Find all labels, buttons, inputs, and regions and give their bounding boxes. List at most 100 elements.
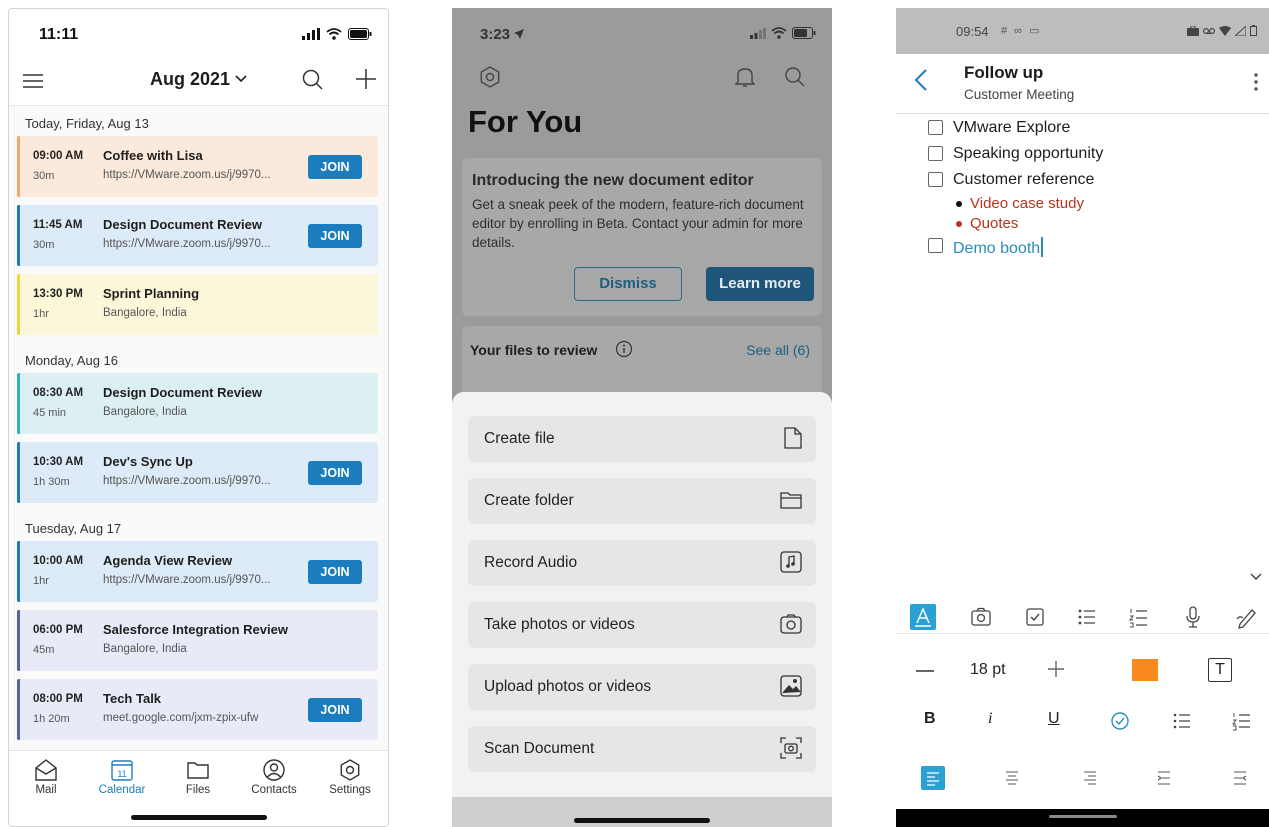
gesture-pill[interactable] [1048, 815, 1117, 818]
checklist-item: Speaking opportunity [928, 142, 1259, 168]
join-button[interactable]: JOIN [308, 698, 362, 722]
tab-contacts[interactable]: Contacts [239, 759, 309, 796]
text-box-button[interactable]: T [1208, 658, 1232, 682]
learn-more-button[interactable]: Learn more [706, 267, 814, 301]
event-time: 13:30 PM [33, 288, 83, 300]
event-card[interactable]: 10:30 AM 1h 30m Dev's Sync Up https://VMwar… [17, 442, 378, 503]
calendar-icon-day: 11 [117, 769, 126, 779]
back-arrow-icon[interactable] [914, 68, 928, 92]
record-audio-item[interactable]: Record Audio [468, 540, 816, 586]
outdent-icon[interactable] [1230, 768, 1250, 788]
bullet-text[interactable]: Video case study [970, 195, 1084, 212]
battery-icon [348, 28, 372, 40]
agenda-list[interactable]: Today, Friday, Aug 13 09:00 AM 30m Coffee … [9, 105, 388, 750]
align-center-icon[interactable] [1002, 768, 1022, 788]
checklist-text-editing[interactable]: Demo booth [953, 237, 1043, 258]
month-selector[interactable]: Aug 2021 [9, 69, 388, 90]
event-card[interactable]: 11:45 AM 30m Design Document Review https:/… [17, 205, 378, 266]
chevron-down-icon[interactable] [1249, 572, 1263, 582]
join-button[interactable]: JOIN [308, 155, 362, 179]
day-header: Monday, Aug 16 [25, 353, 118, 368]
search-icon[interactable] [784, 66, 806, 88]
dictation-button[interactable] [1180, 604, 1206, 630]
signal-icon [750, 27, 766, 39]
checkbox[interactable] [928, 146, 943, 161]
bullet-text[interactable]: Quotes [970, 215, 1018, 232]
event-title: Salesforce Integration Review [103, 622, 288, 637]
text-format-button[interactable] [910, 604, 936, 630]
settings-icon[interactable] [479, 66, 501, 88]
align-left-button[interactable] [921, 766, 945, 790]
event-title: Design Document Review [103, 217, 262, 232]
bullet-dot [956, 201, 962, 207]
event-card[interactable]: 08:00 PM 1h 20m Tech Talk meet.google.com/j… [17, 679, 378, 740]
scan-document-item[interactable]: Scan Document [468, 726, 816, 772]
check-circle-icon[interactable] [1110, 711, 1130, 731]
event-card[interactable]: 06:00 PM 45m Salesforce Integration Review… [17, 610, 378, 671]
event-title: Agenda View Review [103, 553, 233, 568]
add-icon[interactable] [356, 69, 376, 89]
day-header: Today, Friday, Aug 13 [25, 116, 149, 131]
dismiss-button[interactable]: Dismiss [574, 267, 682, 301]
numbered-list-icon [1129, 609, 1147, 628]
event-card[interactable]: 09:00 AM 30m Coffee with Lisa https://VMwar… [17, 136, 378, 197]
event-color-bar [17, 274, 20, 335]
event-card[interactable]: 13:30 PM 1hr Sprint Planning Bangalore, Ind… [17, 274, 378, 335]
numbered-list-button[interactable] [1126, 604, 1152, 630]
bullet-item: Quotes [928, 214, 1259, 234]
checkbox[interactable] [928, 238, 943, 253]
indent-icon[interactable] [1154, 768, 1174, 788]
checklist-item: Demo booth [928, 234, 1259, 260]
see-all-link[interactable]: See all (6) [746, 342, 810, 358]
tab-settings[interactable]: Settings [315, 759, 385, 796]
bullet-list-icon[interactable] [1172, 711, 1192, 731]
checkbox[interactable] [928, 120, 943, 135]
more-vertical-icon[interactable] [1253, 72, 1259, 92]
bold-button[interactable]: B [924, 710, 936, 728]
status-icons [302, 28, 372, 40]
battery-icon [1250, 25, 1257, 36]
upload-photos-item[interactable]: Upload photos or videos [468, 664, 816, 710]
event-time: 09:00 AM [33, 150, 84, 162]
underline-button[interactable]: U [1048, 710, 1060, 728]
decrease-font-size-button[interactable] [916, 670, 934, 672]
align-right-icon[interactable] [1080, 768, 1100, 788]
location-arrow-icon [514, 29, 525, 39]
increase-font-size-button[interactable] [1046, 659, 1066, 679]
checklist-item: VMware Explore [928, 116, 1259, 142]
checklist-text[interactable]: Speaking opportunity [953, 145, 1103, 163]
note-body[interactable]: VMware Explore Speaking opportunity Cust… [928, 116, 1259, 260]
bell-icon[interactable] [735, 66, 755, 88]
event-duration: 1h 20m [33, 713, 70, 725]
tab-contacts-label: Contacts [251, 784, 297, 796]
join-button[interactable]: JOIN [308, 461, 362, 485]
checklist-text[interactable]: Customer reference [953, 171, 1094, 189]
info-icon[interactable] [615, 340, 633, 358]
join-button[interactable]: JOIN [308, 560, 362, 584]
file-icon [784, 427, 802, 449]
checkbox[interactable] [928, 172, 943, 187]
checklist-text[interactable]: VMware Explore [953, 119, 1070, 137]
ink-button[interactable] [1234, 604, 1260, 630]
take-photos-item[interactable]: Take photos or videos [468, 602, 816, 648]
tab-settings-label: Settings [329, 784, 371, 796]
month-title: Aug 2021 [149, 69, 231, 89]
event-location: https://VMware.zoom.us/j/9970... [103, 574, 271, 586]
event-card[interactable]: 08:30 AM 45 min Design Document Review Bang… [17, 373, 378, 434]
tab-mail[interactable]: Mail [11, 759, 81, 796]
numbered-list-icon[interactable] [1232, 711, 1252, 731]
tab-files[interactable]: Files [163, 759, 233, 796]
event-title: Sprint Planning [103, 286, 200, 301]
join-button[interactable]: JOIN [308, 224, 362, 248]
search-icon[interactable] [302, 69, 324, 91]
highlight-color-swatch[interactable] [1132, 659, 1158, 681]
tab-calendar[interactable]: 11 Calendar [87, 759, 157, 796]
italic-button[interactable]: i [988, 710, 992, 728]
checklist-button[interactable] [1022, 604, 1048, 630]
camera-button[interactable] [968, 604, 994, 630]
create-file-item[interactable]: Create file [468, 416, 816, 462]
create-folder-item[interactable]: Create folder [468, 478, 816, 524]
bullet-list-button[interactable] [1074, 604, 1100, 630]
event-card[interactable]: 10:00 AM 1hr Agenda View Review https://VMw… [17, 541, 378, 602]
signal-icon [1235, 25, 1246, 36]
